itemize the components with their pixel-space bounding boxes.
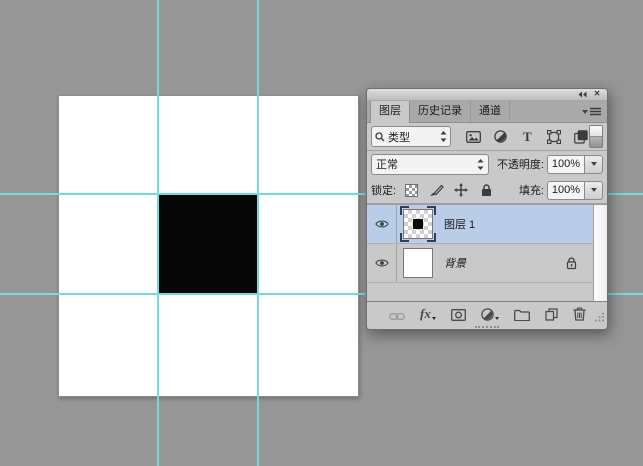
filter-kind-select[interactable]: 类型 — [371, 126, 452, 147]
background-lock-icon — [566, 256, 577, 270]
spinner-icon — [440, 131, 447, 142]
vertical-guide-2[interactable] — [257, 0, 259, 466]
opacity-label: 不透明度: — [496, 159, 544, 171]
new-group-folder-icon[interactable] — [513, 305, 530, 321]
new-layer-icon[interactable] — [545, 305, 558, 321]
collapse-panel-icon[interactable] — [578, 91, 587, 98]
visibility-toggle[interactable] — [367, 244, 397, 282]
layer-list-scrollbar[interactable] — [593, 205, 607, 301]
filter-switch-off-half — [590, 137, 602, 147]
fill-combo[interactable]: 100% — [547, 180, 603, 200]
chevron-down-icon — [590, 162, 597, 166]
chevron-down-icon — [590, 188, 597, 192]
eye-icon — [374, 259, 389, 267]
filter-switch-on-half — [590, 126, 602, 137]
fill-dropdown-button[interactable] — [585, 180, 603, 200]
blend-mode-select[interactable]: 正常 — [371, 153, 489, 175]
add-layer-mask-icon[interactable] — [450, 305, 466, 321]
opacity-dropdown-button[interactable] — [585, 154, 603, 174]
layer-row-layer1[interactable]: 图层 1 — [367, 205, 593, 244]
layers-panel: × 图层 历史记录 通道 类型 T 正常 不透明度: 100% 锁定: 填充: … — [366, 88, 608, 330]
spinner-icon — [477, 158, 484, 170]
menu-lines-icon — [590, 107, 601, 116]
fill-value[interactable]: 100% — [547, 180, 585, 200]
close-panel-icon[interactable]: × — [594, 89, 600, 99]
tab-channels[interactable]: 通道 — [471, 101, 510, 122]
chevron-down-icon — [431, 317, 436, 320]
layer-list-empty-area[interactable] — [367, 283, 593, 301]
lock-all-icon[interactable] — [478, 182, 494, 198]
vertical-guide-1[interactable] — [157, 0, 159, 466]
layer-style-fx-icon[interactable]: fx — [420, 305, 436, 321]
filter-kind-label: 类型 — [388, 131, 410, 144]
delete-layer-trash-icon[interactable] — [573, 305, 586, 321]
lock-image-pixels-icon[interactable] — [428, 182, 444, 198]
painted-black-square — [158, 194, 258, 294]
panel-tabbar: 图层 历史记录 通道 — [367, 101, 607, 123]
blend-mode-row: 正常 不透明度: 100% — [367, 151, 607, 177]
layer-row-background[interactable]: 背景 — [367, 244, 593, 283]
blend-mode-value: 正常 — [376, 159, 398, 171]
panel-height-drag-handle[interactable] — [475, 325, 499, 328]
filter-pixel-layers-icon[interactable] — [465, 129, 481, 145]
panel-bottom-toolbar: fx — [367, 301, 607, 324]
panel-titlebar[interactable]: × — [367, 89, 607, 101]
opacity-combo[interactable]: 100% — [547, 154, 603, 174]
layer-thumbnail[interactable] — [400, 206, 436, 242]
panel-menu-icon[interactable] — [582, 101, 607, 122]
thumbnail-black-square — [413, 219, 423, 229]
layer-name[interactable]: 背景 — [444, 255, 466, 271]
layer-filter-row: 类型 T — [367, 123, 607, 151]
filter-type-layers-icon[interactable]: T — [519, 129, 535, 145]
filter-type-icons: T — [465, 129, 589, 145]
fill-label: 填充: — [518, 185, 544, 197]
filter-shape-layers-icon[interactable] — [546, 129, 562, 145]
menu-triangle-icon — [582, 109, 588, 114]
visibility-toggle[interactable] — [367, 205, 397, 243]
panel-resize-grip[interactable] — [594, 312, 605, 323]
eye-icon — [374, 220, 389, 228]
lock-row: 锁定: 填充: 100% — [367, 177, 607, 204]
filter-smart-objects-icon[interactable] — [573, 129, 589, 145]
filter-adjustment-layers-icon[interactable] — [492, 129, 508, 145]
chevron-down-icon — [494, 317, 499, 320]
link-layers-icon[interactable] — [389, 305, 405, 321]
tab-history[interactable]: 历史记录 — [410, 101, 471, 122]
lock-position-icon[interactable] — [453, 182, 469, 198]
layer-thumbnail[interactable] — [400, 245, 436, 281]
lock-label: 锁定: — [371, 185, 397, 197]
layer-name[interactable]: 图层 1 — [444, 216, 475, 232]
opacity-value[interactable]: 100% — [547, 154, 585, 174]
search-icon — [375, 131, 385, 141]
tab-layers[interactable]: 图层 — [370, 101, 410, 123]
lock-transparent-pixels-icon[interactable] — [403, 182, 419, 198]
photoshop-workspace: × 图层 历史记录 通道 类型 T 正常 不透明度: 100% 锁定: 填充: … — [0, 0, 643, 466]
filter-toggle-switch[interactable] — [589, 125, 603, 148]
lock-icons — [403, 182, 494, 198]
panel-footer — [367, 324, 607, 329]
layer-list: 图层 1 背景 — [367, 204, 607, 301]
new-adjustment-layer-icon[interactable] — [481, 305, 499, 321]
